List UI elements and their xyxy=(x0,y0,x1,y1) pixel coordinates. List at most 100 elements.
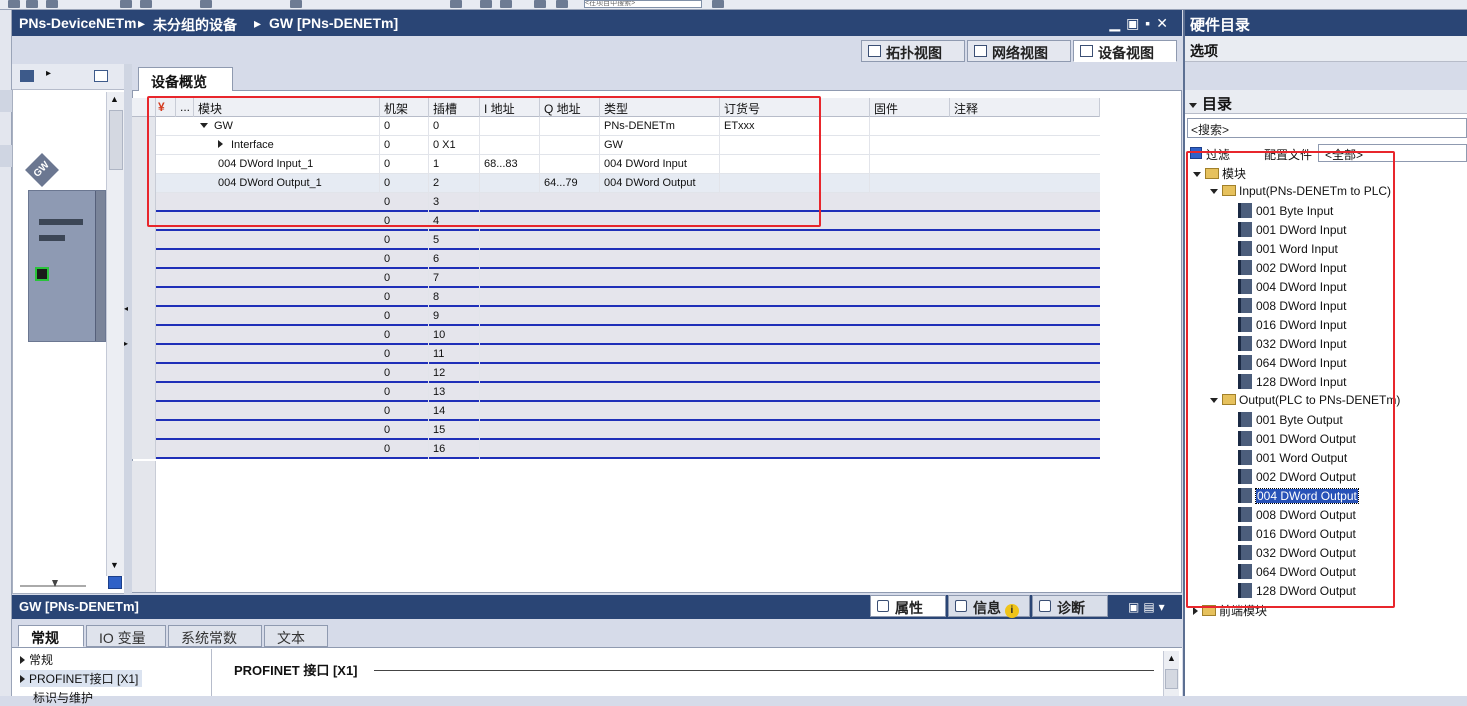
empty-slot-row[interactable]: 0 15 xyxy=(132,421,1100,440)
toolbar-icon[interactable] xyxy=(534,0,546,8)
inspector-window-controls[interactable]: ▣▤▾ xyxy=(1128,600,1169,614)
empty-slot-row[interactable]: 0 12 xyxy=(132,364,1100,383)
toolbar-icon[interactable] xyxy=(26,0,38,8)
empty-slot-row[interactable]: 0 10 xyxy=(132,326,1100,345)
breadcrumb-project[interactable]: PNs-DeviceNETm xyxy=(19,15,137,31)
inspector-scrollbar[interactable]: ▲ xyxy=(1163,651,1179,696)
subtab-io-tags[interactable]: IO 变量 xyxy=(86,625,166,647)
scroll-thumb[interactable] xyxy=(1165,669,1178,689)
empty-slot-row[interactable]: 09 xyxy=(132,307,1100,326)
highlight-box xyxy=(1186,151,1395,608)
graphic-vertical-scrollbar[interactable]: ▲ ▼ xyxy=(106,92,124,576)
toolbar-icon[interactable] xyxy=(8,0,20,8)
toolbar-icon[interactable] xyxy=(46,0,58,8)
slot-cell: 14 xyxy=(429,402,480,421)
empty-slot-row[interactable]: 05 xyxy=(132,231,1100,250)
scroll-down-icon[interactable]: ▼ xyxy=(110,560,119,570)
expand-right-icon[interactable]: ▸ xyxy=(124,339,128,348)
project-search-input[interactable]: <在项目中搜索> xyxy=(584,0,702,8)
arrow-right-icon[interactable]: ▸ xyxy=(46,68,51,79)
rack-cell: 0 xyxy=(380,421,429,440)
rack-cell: 0 xyxy=(380,402,429,421)
zoom-slider[interactable] xyxy=(18,578,88,590)
tab-network-view[interactable]: 网络视图 xyxy=(967,40,1071,62)
project-tree-collapsed-strip[interactable] xyxy=(0,10,12,696)
collapse-icon[interactable] xyxy=(1189,103,1197,108)
nav-item-general[interactable]: 常规 xyxy=(20,651,53,668)
rack-icon[interactable] xyxy=(20,70,34,82)
slot-cell: 16 xyxy=(429,440,480,459)
breadcrumb-separator: ▸ xyxy=(254,15,262,31)
profinet-port-icon[interactable] xyxy=(35,267,49,281)
toolbar-icon[interactable] xyxy=(450,0,462,8)
module-label-bar xyxy=(39,219,83,225)
scroll-thumb[interactable] xyxy=(109,110,123,170)
device-module-graphic[interactable] xyxy=(28,190,106,342)
empty-slot-row[interactable]: 0 13 xyxy=(132,383,1100,402)
toolbar-icon[interactable] xyxy=(480,0,492,8)
section-divider xyxy=(374,670,1154,671)
options-section-header[interactable]: 选项 xyxy=(1185,36,1467,62)
slot-cell: 5 xyxy=(429,231,480,250)
slot-cell: 9 xyxy=(429,307,480,326)
tab-properties[interactable]: 属性 xyxy=(870,595,946,617)
empty-slot-row[interactable]: 06 xyxy=(132,250,1100,269)
tab-device-overview[interactable]: 设备概览 xyxy=(138,67,233,91)
tab-info[interactable]: 信息 i xyxy=(948,595,1030,618)
slot-cell: 11 xyxy=(429,345,480,364)
catalog-search-input[interactable]: <搜索> xyxy=(1187,118,1467,138)
zoom-fit-icon[interactable] xyxy=(108,576,122,589)
view-tabs: 拓扑视图 网络视图 设备视图 xyxy=(12,36,1182,64)
toolbar-icon[interactable] xyxy=(290,0,302,8)
subtab-general[interactable]: 常规 xyxy=(18,625,84,647)
window-controls[interactable]: ▁▣▪✕ xyxy=(1109,15,1174,32)
tab-diagnostics[interactable]: 诊断 xyxy=(1032,595,1108,617)
toolbar-icon[interactable] xyxy=(500,0,512,8)
slot-cell: 12 xyxy=(429,364,480,383)
inspector-subtabs: 常规 IO 变量 系统常数 文本 xyxy=(12,619,1182,647)
slot-cell: 15 xyxy=(429,421,480,440)
highlight-box xyxy=(147,96,821,227)
slot-cell: 6 xyxy=(429,250,480,269)
tab-label: 网络视图 xyxy=(992,45,1048,61)
collapse-left-icon[interactable]: ◂ xyxy=(124,304,128,313)
nav-item-profinet[interactable]: PROFINET接口 [X1] xyxy=(20,670,143,687)
breadcrumb-device[interactable]: GW [PNs-DENETm] xyxy=(269,15,398,31)
toolbar-icon[interactable] xyxy=(120,0,132,8)
info-icon xyxy=(955,600,967,612)
empty-slot-row[interactable]: 0 11 xyxy=(132,345,1100,364)
expand-icon[interactable] xyxy=(1193,607,1198,615)
tab-topology-view[interactable]: 拓扑视图 xyxy=(861,40,965,62)
catalog-title: 硬件目录 xyxy=(1185,10,1467,36)
col-header-firmware[interactable]: 固件 xyxy=(870,98,950,117)
subtab-system-constants[interactable]: 系统常数 xyxy=(168,625,262,647)
subtab-texts[interactable]: 文本 xyxy=(264,625,328,647)
slot-cell: 8 xyxy=(429,288,480,307)
splitter[interactable]: ◂ ▸ xyxy=(124,64,132,594)
rack-cell: 0 xyxy=(380,364,429,383)
scroll-up-icon[interactable]: ▲ xyxy=(1167,653,1176,663)
col-header-comment[interactable]: 注释 xyxy=(950,98,1100,117)
rack-cell: 0 xyxy=(380,326,429,345)
info-badge-icon: i xyxy=(1004,604,1019,618)
empty-slot-row[interactable]: 07 xyxy=(132,269,1100,288)
breadcrumb-group[interactable]: 未分组的设备 xyxy=(153,15,237,35)
empty-slot-row[interactable]: 0 16 xyxy=(132,440,1100,459)
graphic-toolbar: ▸ xyxy=(12,64,130,90)
table-icon[interactable] xyxy=(94,70,108,82)
toolbar-icon[interactable] xyxy=(556,0,568,8)
rail xyxy=(95,191,105,341)
nav-item-identification[interactable]: 标识与维护 xyxy=(20,689,93,706)
search-go-icon[interactable] xyxy=(712,0,724,8)
empty-slot-row[interactable]: 08 xyxy=(132,288,1100,307)
inspector-title-bar: GW [PNs-DENETm] 属性 信息 i 诊断 ▣▤▾ xyxy=(12,595,1182,619)
tab-device-view[interactable]: 设备视图 xyxy=(1073,40,1177,62)
tab-label: 拓扑视图 xyxy=(886,45,942,61)
topology-view-icon xyxy=(868,45,881,57)
main-toolbar: <在项目中搜索> xyxy=(0,0,1467,10)
toolbar-icon[interactable] xyxy=(140,0,152,8)
empty-slot-row[interactable]: 0 14 xyxy=(132,402,1100,421)
catalog-section-header[interactable]: 目录 xyxy=(1185,90,1467,114)
toolbar-icon[interactable] xyxy=(200,0,212,8)
scroll-up-icon[interactable]: ▲ xyxy=(110,94,119,104)
